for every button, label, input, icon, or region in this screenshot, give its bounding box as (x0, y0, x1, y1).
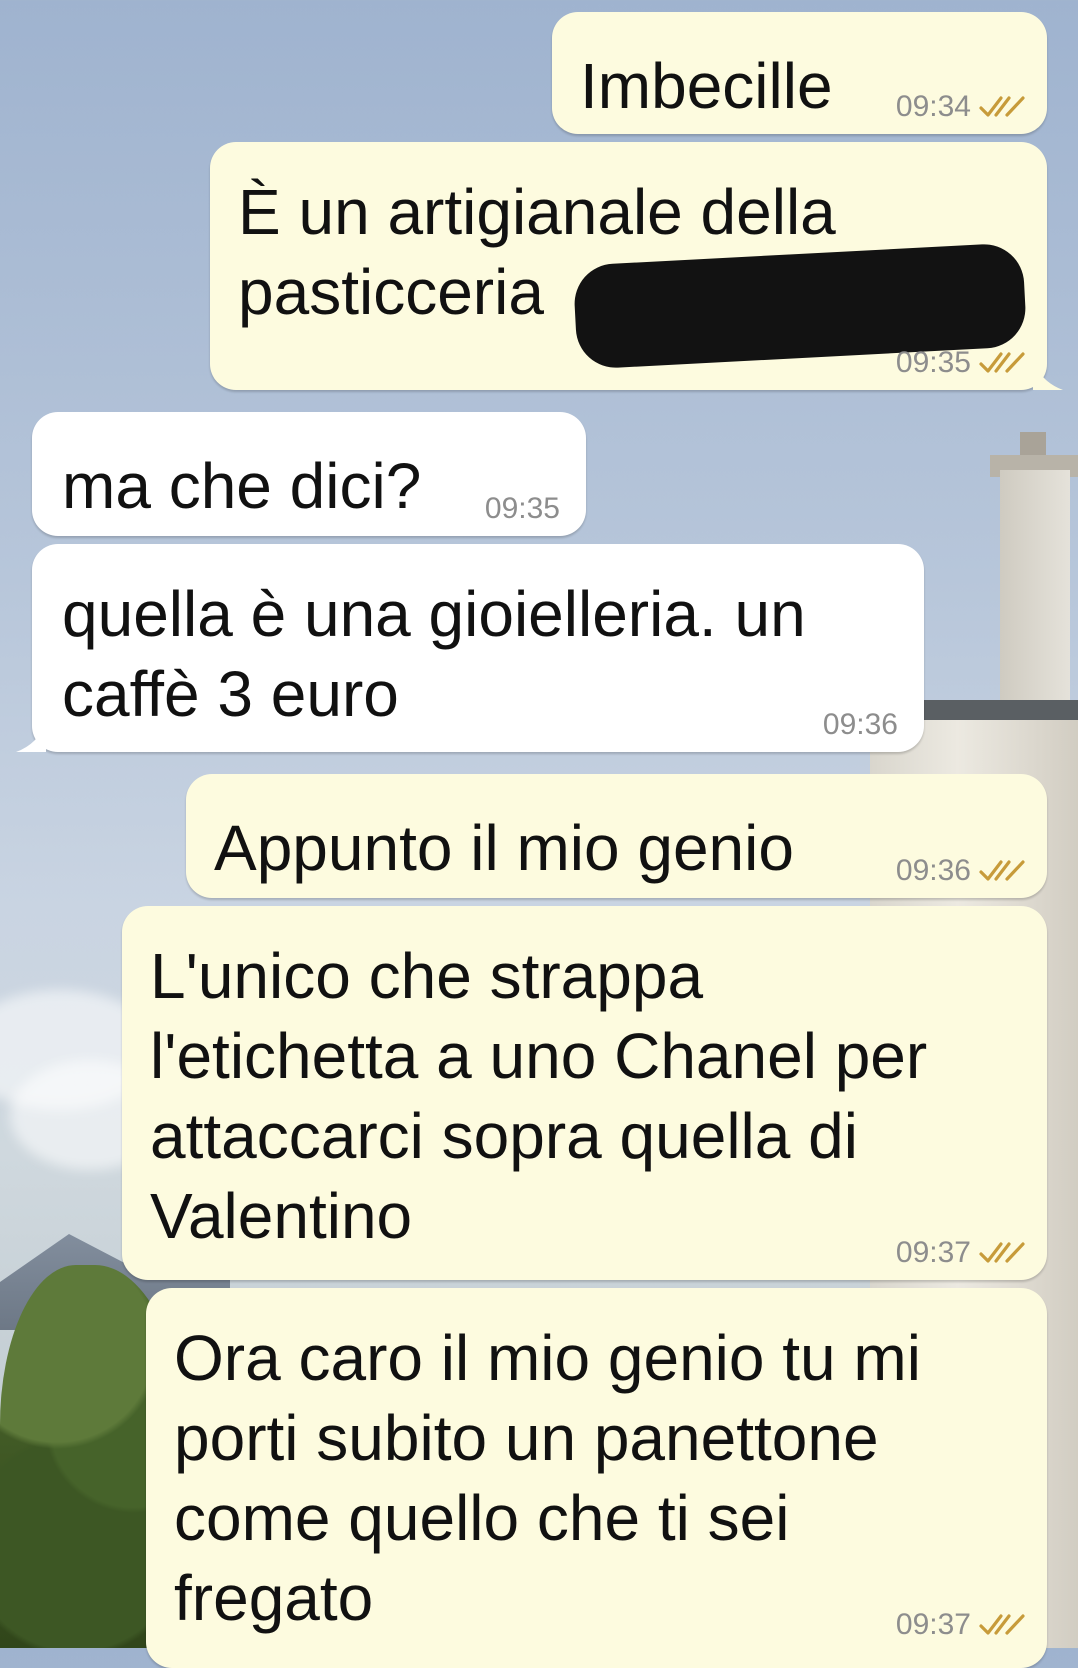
message-time: 09:37 (895, 1608, 971, 1641)
message-meta: 09:37 (896, 1608, 1025, 1642)
message-text: L'unico che strappa l'etichetta a uno Ch… (150, 940, 928, 1252)
read-double-tick-icon (979, 1614, 1025, 1635)
message-time: 09:36 (822, 708, 898, 741)
bubble-tail (16, 722, 46, 752)
message-meta: 09:35 (896, 346, 1025, 380)
message-meta: 09:34 (896, 90, 1025, 124)
message-meta: 09:37 (896, 1236, 1025, 1270)
read-double-tick-icon (979, 96, 1025, 117)
message-bubble-outgoing[interactable]: Ora caro il mio genio tu mi porti subito… (146, 1288, 1047, 1668)
message-text: Ora caro il mio genio tu mi porti subito… (174, 1322, 921, 1634)
message-time: 09:34 (895, 90, 971, 123)
message-time: 09:35 (484, 492, 560, 525)
bubble-tail (1033, 360, 1063, 390)
message-bubble-outgoing[interactable]: È un artigianale della pasticceria 09:35 (210, 142, 1063, 390)
message-text: quella è una gioielleria. un caffè 3 eur… (62, 578, 806, 730)
message-time: 09:37 (895, 1236, 971, 1269)
message-time: 09:35 (895, 346, 971, 379)
message-bubble-outgoing[interactable]: L'unico che strappa l'etichetta a uno Ch… (122, 906, 1047, 1280)
message-bubble-incoming[interactable]: ma che dici? 09:35 (32, 412, 586, 536)
message-list[interactable]: Imbecille 09:34 È un artigianale della p… (0, 0, 1078, 1668)
message-bubble-incoming[interactable]: quella è una gioielleria. un caffè 3 eur… (16, 544, 924, 752)
read-double-tick-icon (979, 352, 1025, 373)
message-time: 09:36 (895, 854, 971, 887)
message-meta: 09:36 (823, 708, 898, 742)
message-meta: 09:36 (896, 854, 1025, 888)
read-double-tick-icon (979, 1242, 1025, 1263)
message-meta: 09:35 (485, 492, 560, 526)
message-bubble-outgoing[interactable]: Appunto il mio genio 09:36 (186, 774, 1047, 898)
message-bubble-outgoing[interactable]: Imbecille 09:34 (552, 12, 1047, 134)
read-double-tick-icon (979, 860, 1025, 881)
